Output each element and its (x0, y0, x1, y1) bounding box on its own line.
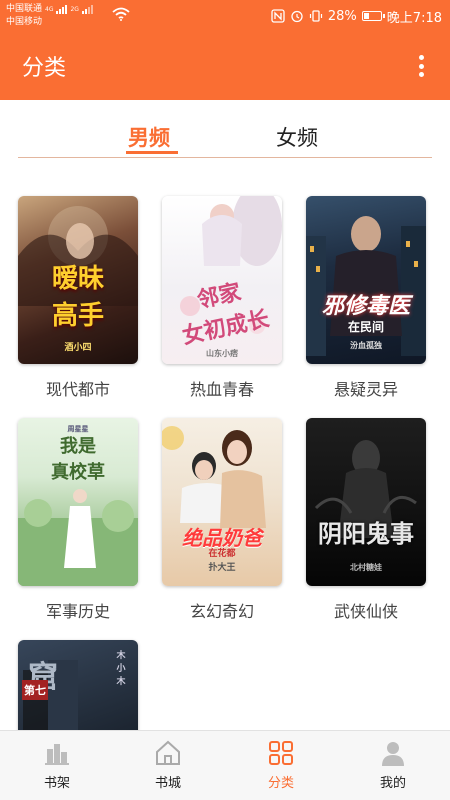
book-cover[interactable]: 我是 真校草 周星星 (18, 418, 138, 586)
nfc-icon (271, 9, 285, 23)
book-cover[interactable]: 邻家 女初成长 山东小痞 (162, 196, 282, 364)
bookshelf-icon (45, 744, 69, 765)
cover-title: 暧昧 高手 (51, 264, 104, 331)
category-item[interactable]: 绝品奶爸 在花都 扑大王 玄幻奇幻 (162, 418, 282, 622)
clock: 晚上7:18 (386, 10, 442, 26)
nav-bookshelf[interactable]: 书架 (17, 739, 97, 791)
carrier-2-network: 2G (70, 6, 79, 13)
app-screen: { "status_bar": { "carrier1": "中国联通", "c… (0, 0, 450, 800)
cover-author: 木小木 (116, 651, 126, 687)
cover-art (306, 216, 426, 356)
category-item[interactable]: 暧昧 高手 酒小四 现代都市 (18, 196, 138, 400)
nav-label: 书架 (43, 776, 70, 791)
cover-title: 阴阳鬼事 (318, 519, 414, 548)
category-label: 热血青春 (189, 380, 254, 399)
nav-mine[interactable]: 我的 (353, 739, 433, 791)
category-label: 悬疑灵异 (333, 380, 398, 399)
status-bar: 中国联通 4G 2G 中国移动 28% 晚上7:18 (0, 0, 450, 32)
cover-art (314, 440, 417, 538)
category-label: 武侠仙侠 (333, 602, 398, 621)
nav-label: 我的 (379, 776, 406, 791)
cover-author: 汾血孤独 (350, 340, 382, 350)
cover-author: 扑大王 (208, 563, 236, 573)
book-cover[interactable]: 暧昧 高手 酒小四 (18, 196, 138, 364)
app-header: 分类 (0, 32, 450, 100)
signal-icon (56, 5, 68, 14)
nav-category[interactable]: 分类 (241, 739, 321, 791)
cover-author: 周星星 (67, 424, 89, 433)
category-item[interactable]: 邻家 女初成长 山东小痞 热血青春 (162, 196, 282, 400)
alarm-icon (291, 10, 303, 23)
category-item[interactable]: 邪修毒医 在民间 汾血孤独 悬疑灵异 (306, 196, 426, 400)
nav-label: 分类 (267, 776, 294, 791)
book-cover[interactable]: 阴阳鬼事 北村糖娃 (306, 418, 426, 586)
cover-title: 我是 真校草 (51, 436, 105, 483)
cover-subtitle: 在花都 (208, 549, 236, 559)
cover-subtitle: 在民间 (347, 320, 384, 334)
cover-author: 山东小痞 (206, 348, 238, 358)
nav-bookstore[interactable]: 书城 (128, 739, 208, 791)
bottom-nav: 书架 书城 分类 我的 (0, 730, 450, 800)
vibrate-icon (309, 10, 322, 22)
nav-label: 书城 (154, 776, 181, 791)
category-item[interactable]: 阴阳鬼事 北村糖娃 武侠仙侠 (306, 418, 426, 622)
signal-icon-2 (81, 5, 93, 14)
carrier-1: 中国联通 (6, 4, 43, 14)
book-cover[interactable]: 绝品奶爸 在花都 扑大王 (162, 418, 282, 586)
battery-icon (361, 11, 385, 21)
person-icon (382, 742, 404, 766)
cover-author: 北村糖娃 (350, 562, 382, 572)
carrier-1-network: 4G (45, 6, 54, 13)
category-label: 军事历史 (45, 602, 110, 621)
status-right: 28% 晚上7:18 (271, 0, 442, 32)
more-menu-icon[interactable] (414, 52, 428, 80)
carrier-2: 中国移动 (6, 17, 43, 27)
cover-author: 酒小四 (64, 343, 92, 353)
carrier-info: 中国联通 4G 2G 中国移动 (6, 3, 93, 29)
tab-male[interactable]: 男频 (128, 122, 170, 152)
book-cover[interactable]: 邪修毒医 在民间 汾血孤独 (306, 196, 426, 364)
home-icon (156, 740, 180, 765)
cover-title: 邪修毒医 (321, 293, 410, 319)
category-item[interactable]: 我是 真校草 周星星 军事历史 (18, 418, 138, 622)
battery-percent: 28% (327, 8, 357, 24)
wifi-icon (112, 7, 130, 21)
grid-icon (269, 741, 293, 765)
tab-indicator (126, 151, 178, 154)
gender-tabs: 男频 女频 (18, 100, 432, 158)
category-label: 现代都市 (45, 380, 110, 399)
cover-subtitle: 第七 (22, 680, 48, 700)
page-title: 分类 (22, 56, 67, 81)
category-label: 玄幻奇幻 (189, 602, 254, 621)
tab-female[interactable]: 女频 (276, 122, 318, 152)
